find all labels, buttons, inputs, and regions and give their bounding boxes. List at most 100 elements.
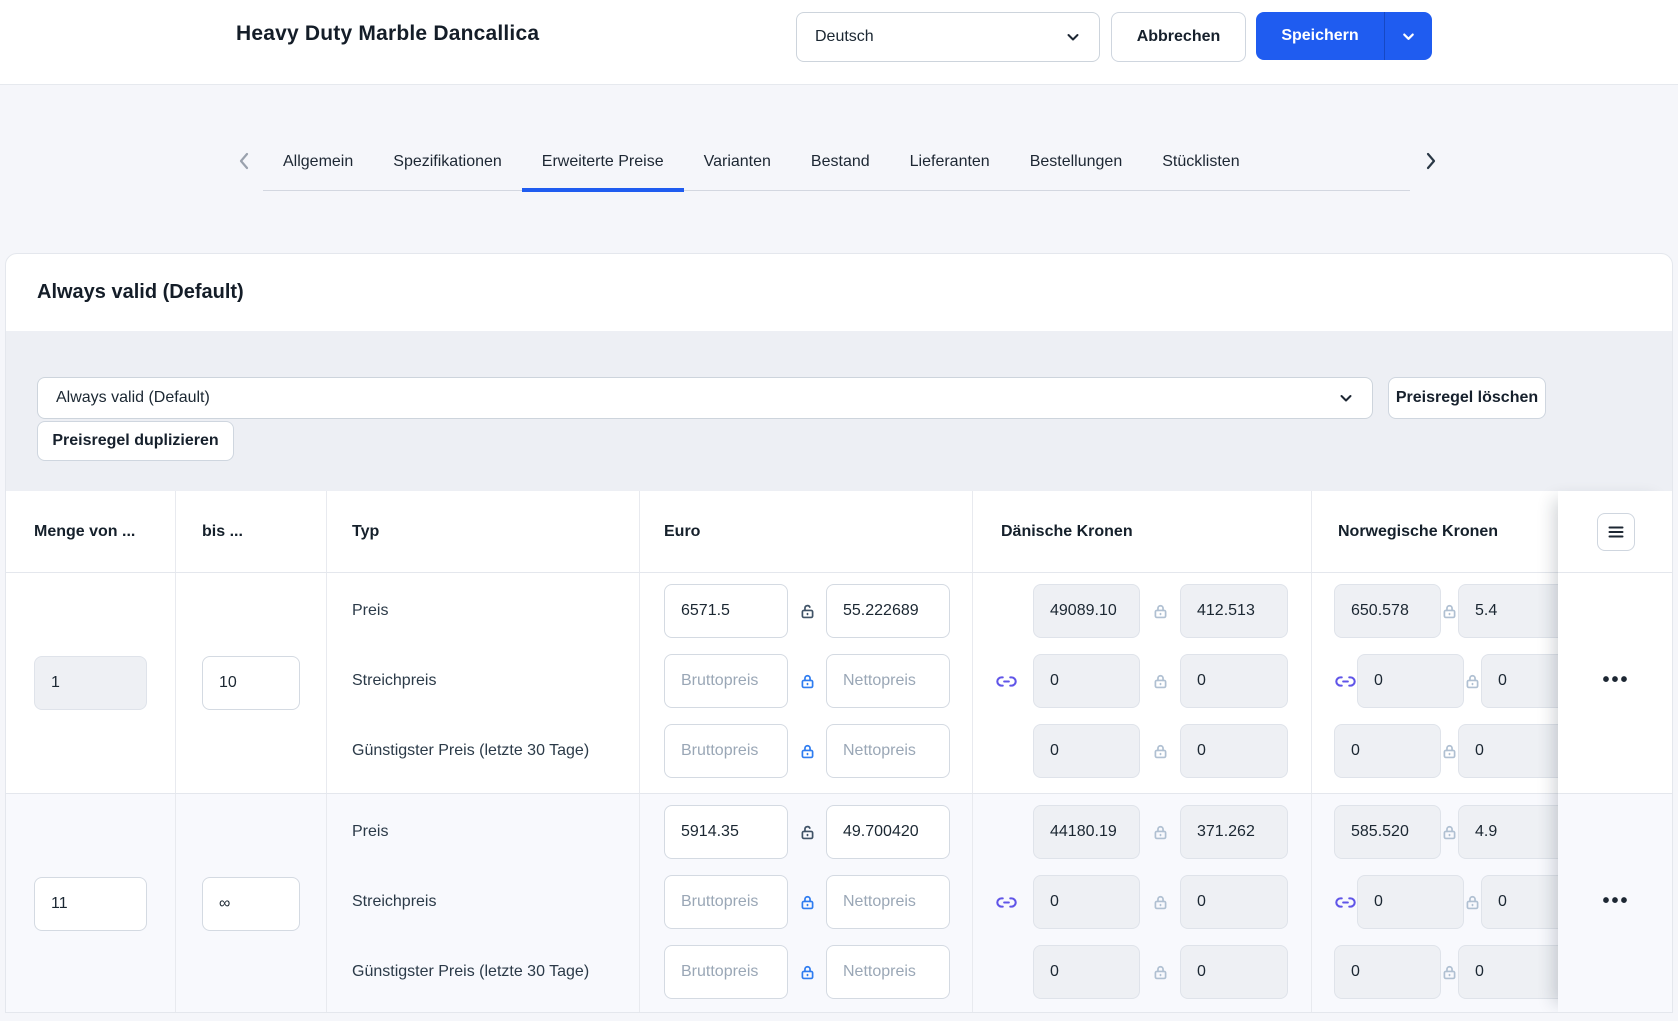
tabs-scroll-left-button[interactable] bbox=[233, 150, 255, 172]
dkk-price-gross-input bbox=[1033, 584, 1140, 638]
tab-spezifikationen[interactable]: Spezifikationen bbox=[373, 153, 522, 192]
link-icon[interactable] bbox=[995, 895, 1033, 910]
lock-closed-icon[interactable] bbox=[788, 673, 826, 690]
nok-cheapest-gross-input bbox=[1334, 724, 1441, 778]
chevron-down-icon bbox=[1338, 390, 1354, 406]
type-label-price: Preis bbox=[352, 822, 388, 841]
quantity-from-input[interactable] bbox=[34, 877, 147, 931]
card-header: Always valid (Default) bbox=[6, 254, 1672, 331]
column-header-quantity-from: Menge von ... bbox=[6, 491, 176, 572]
lock-closed-icon[interactable] bbox=[1140, 824, 1180, 841]
dkk-cheapest-gross-input bbox=[1033, 945, 1140, 999]
link-icon[interactable] bbox=[1334, 895, 1357, 910]
type-label-cheapest-price: Günstigster Preis (letzte 30 Tage) bbox=[352, 962, 589, 981]
save-split-button: Speichern bbox=[1256, 12, 1432, 60]
tab-stuecklisten[interactable]: Stücklisten bbox=[1142, 153, 1259, 192]
lock-closed-icon[interactable] bbox=[1441, 603, 1458, 620]
save-button[interactable]: Speichern bbox=[1256, 12, 1384, 60]
quantity-to-input[interactable] bbox=[202, 656, 300, 710]
duplicate-price-rule-button[interactable]: Preisregel duplizieren bbox=[37, 421, 234, 461]
euro-list-gross-input[interactable] bbox=[664, 654, 788, 708]
lock-open-icon[interactable] bbox=[788, 824, 826, 841]
dkk-price-net-input bbox=[1180, 584, 1288, 638]
dkk-list-net-input bbox=[1180, 654, 1288, 708]
nok-price-gross-input bbox=[1334, 805, 1441, 859]
euro-cheapest-gross-input[interactable] bbox=[664, 945, 788, 999]
lock-closed-icon[interactable] bbox=[1441, 824, 1458, 841]
tab-erweiterte-preise[interactable]: Erweiterte Preise bbox=[522, 153, 684, 192]
lock-closed-icon[interactable] bbox=[1441, 964, 1458, 981]
row-context-menu-button[interactable]: ••• bbox=[1602, 670, 1629, 696]
euro-cheapest-net-input[interactable] bbox=[826, 724, 950, 778]
price-rule-select-value: Always valid (Default) bbox=[56, 389, 1338, 407]
column-header-type: Typ bbox=[327, 491, 640, 572]
euro-price-gross-input[interactable] bbox=[664, 584, 788, 638]
nok-list-net-input bbox=[1481, 875, 1558, 929]
euro-list-gross-input[interactable] bbox=[664, 875, 788, 929]
hamburger-icon bbox=[1607, 524, 1625, 540]
link-icon[interactable] bbox=[1334, 674, 1357, 689]
column-settings-button[interactable] bbox=[1597, 513, 1635, 551]
price-rule-toolbar: Always valid (Default) Preisregel lösche… bbox=[6, 331, 1672, 491]
price-matrix-table: Menge von ... bis ... Typ Euro Dänische … bbox=[6, 491, 1673, 1012]
lock-closed-icon[interactable] bbox=[788, 964, 826, 981]
dkk-list-gross-input bbox=[1033, 875, 1140, 929]
nok-price-net-input bbox=[1458, 805, 1558, 859]
row-context-menu-button[interactable]: ••• bbox=[1602, 891, 1629, 917]
language-select[interactable]: Deutsch bbox=[796, 12, 1100, 62]
save-options-button[interactable] bbox=[1384, 12, 1432, 60]
type-label-cheapest-price: Günstigster Preis (letzte 30 Tage) bbox=[352, 741, 589, 760]
nok-price-net-input bbox=[1458, 584, 1558, 638]
dkk-cheapest-gross-input bbox=[1033, 724, 1140, 778]
type-label-list-price: Streichpreis bbox=[352, 671, 436, 690]
price-rule-select[interactable]: Always valid (Default) bbox=[37, 377, 1373, 419]
lock-closed-icon[interactable] bbox=[1464, 894, 1481, 911]
chevron-down-icon bbox=[1401, 29, 1416, 44]
tabs-scroll-right-button[interactable] bbox=[1420, 150, 1442, 172]
euro-list-net-input[interactable] bbox=[826, 875, 950, 929]
nok-cheapest-net-input bbox=[1458, 724, 1558, 778]
tab-bestand[interactable]: Bestand bbox=[791, 153, 890, 192]
euro-list-net-input[interactable] bbox=[826, 654, 950, 708]
table-row: Preis Streichpreis Günstigster Preis (le… bbox=[6, 573, 1558, 793]
euro-price-gross-input[interactable] bbox=[664, 805, 788, 859]
euro-cheapest-net-input[interactable] bbox=[826, 945, 950, 999]
lock-open-icon[interactable] bbox=[788, 603, 826, 620]
nok-list-gross-input bbox=[1357, 875, 1464, 929]
column-header-euro: Euro bbox=[640, 491, 973, 572]
lock-closed-icon[interactable] bbox=[1140, 673, 1180, 690]
lock-closed-icon[interactable] bbox=[788, 743, 826, 760]
page-title: Heavy Duty Marble Dancallica bbox=[236, 22, 539, 46]
nok-price-gross-input bbox=[1334, 584, 1441, 638]
column-header-danish-krone: Dänische Kronen bbox=[973, 491, 1312, 572]
lock-closed-icon[interactable] bbox=[1140, 603, 1180, 620]
euro-price-net-input[interactable] bbox=[826, 584, 950, 638]
lock-closed-icon[interactable] bbox=[1441, 743, 1458, 760]
column-header-quantity-to: bis ... bbox=[176, 491, 327, 572]
price-rule-title: Always valid (Default) bbox=[37, 281, 244, 304]
delete-price-rule-button[interactable]: Preisregel löschen bbox=[1388, 377, 1546, 419]
quantity-to-input[interactable] bbox=[202, 877, 300, 931]
euro-price-net-input[interactable] bbox=[826, 805, 950, 859]
link-icon[interactable] bbox=[995, 674, 1033, 689]
language-select-value: Deutsch bbox=[815, 28, 1065, 46]
tab-bestellungen[interactable]: Bestellungen bbox=[1010, 153, 1143, 192]
chevron-down-icon bbox=[1065, 29, 1081, 45]
tab-allgemein[interactable]: Allgemein bbox=[263, 153, 373, 192]
tab-varianten[interactable]: Varianten bbox=[684, 153, 791, 192]
cancel-button[interactable]: Abbrechen bbox=[1111, 12, 1246, 62]
lock-closed-icon[interactable] bbox=[1464, 673, 1481, 690]
price-matrix-scroll-area[interactable]: Menge von ... bis ... Typ Euro Dänische … bbox=[6, 491, 1558, 1012]
nok-list-gross-input bbox=[1357, 654, 1464, 708]
dkk-price-net-input bbox=[1180, 805, 1288, 859]
type-label-price: Preis bbox=[352, 601, 388, 620]
tab-lieferanten[interactable]: Lieferanten bbox=[890, 153, 1010, 192]
euro-cheapest-gross-input[interactable] bbox=[664, 724, 788, 778]
lock-closed-icon[interactable] bbox=[1140, 743, 1180, 760]
lock-closed-icon[interactable] bbox=[1140, 894, 1180, 911]
nok-cheapest-gross-input bbox=[1334, 945, 1441, 999]
type-label-list-price: Streichpreis bbox=[352, 892, 436, 911]
tab-bar: Allgemein Spezifikationen Erweiterte Pre… bbox=[263, 139, 1410, 191]
lock-closed-icon[interactable] bbox=[1140, 964, 1180, 981]
lock-closed-icon[interactable] bbox=[788, 894, 826, 911]
